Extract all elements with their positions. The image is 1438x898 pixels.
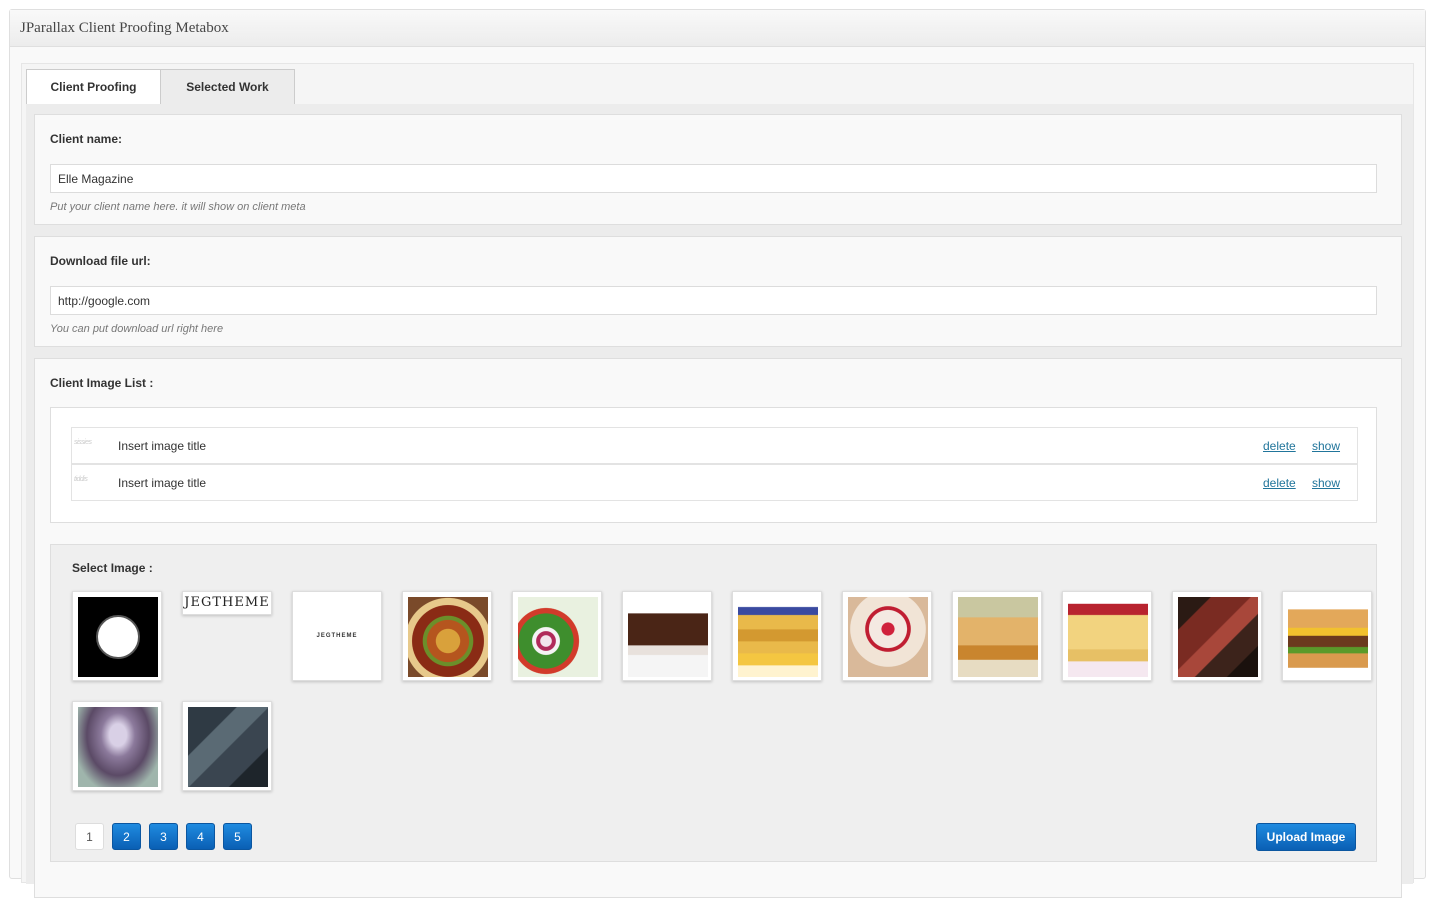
chocolate-cake-image[interactable] [622,591,712,681]
jegtheme-script-text: JEGTHEME [184,595,270,610]
pancakes-image[interactable] [732,591,822,681]
purple-blur-image[interactable] [72,701,162,791]
upload-image-button[interactable]: Upload Image [1256,823,1356,851]
client-proofing-panel: Client name: Put your client name here. … [26,104,1413,898]
client-name-input[interactable] [50,164,1377,193]
delete-link[interactable]: delete [1263,439,1296,453]
client-image-list-label: Client Image List : [50,376,154,390]
tab-selected-work[interactable]: Selected Work [160,69,295,105]
page-3-button[interactable]: 3 [149,823,178,850]
office-man-image[interactable] [182,701,272,791]
pizza-image[interactable] [402,591,492,681]
page-1-button[interactable]: 1 [75,823,104,850]
show-link[interactable]: show [1312,476,1340,490]
row-title[interactable]: Insert image title [118,476,206,490]
select-image-gallery: Select Image : JEGTHEME JEGTHEME 1 2 3 4… [50,544,1377,862]
download-url-section: Download file url: You can put download … [34,236,1402,347]
burger-image[interactable] [1282,591,1372,681]
black-circle-image[interactable] [72,591,162,681]
tab-client-proofing[interactable]: Client Proofing [26,69,161,105]
jegtheme-small-text: JEGTHEME [316,633,358,639]
page-4-button[interactable]: 4 [186,823,215,850]
show-link[interactable]: show [1312,439,1340,453]
page-5-button[interactable]: 5 [223,823,252,850]
select-image-label: Select Image : [72,561,153,575]
jegtheme-script-logo[interactable]: JEGTHEME [182,591,272,615]
list-item: tiddis Insert image title delete show [71,464,1358,501]
salad-image[interactable] [512,591,602,681]
page-2-button[interactable]: 2 [112,823,141,850]
delete-link[interactable]: delete [1263,476,1296,490]
crepes-image[interactable] [1062,591,1152,681]
download-url-label: Download file url: [50,254,151,268]
tabs-container: Selected Work Client Proofing Client nam… [21,63,1414,898]
row-thumbnail: tiddis [74,476,88,483]
client-name-section: Client name: Put your client name here. … [34,114,1402,225]
jegtheme-small-logo[interactable]: JEGTHEME [292,591,382,681]
client-image-list: sissies Insert image title delete show t… [50,407,1377,523]
download-url-hint: You can put download url right here [50,323,224,335]
client-image-list-section: Client Image List : sissies Insert image… [34,358,1402,898]
row-thumbnail: sissies [74,439,92,446]
metabox-title: JParallax Client Proofing Metabox [10,10,1425,47]
metabox: JParallax Client Proofing Metabox Select… [9,9,1426,898]
raspberry-cake-image[interactable] [842,591,932,681]
pasta-image[interactable] [952,591,1042,681]
row-title[interactable]: Insert image title [118,439,206,453]
download-url-input[interactable] [50,286,1377,315]
client-name-hint: Put your client name here. it will show … [50,201,306,213]
client-name-label: Client name: [50,132,123,146]
steak-image[interactable] [1172,591,1262,681]
list-item: sissies Insert image title delete show [71,427,1358,464]
